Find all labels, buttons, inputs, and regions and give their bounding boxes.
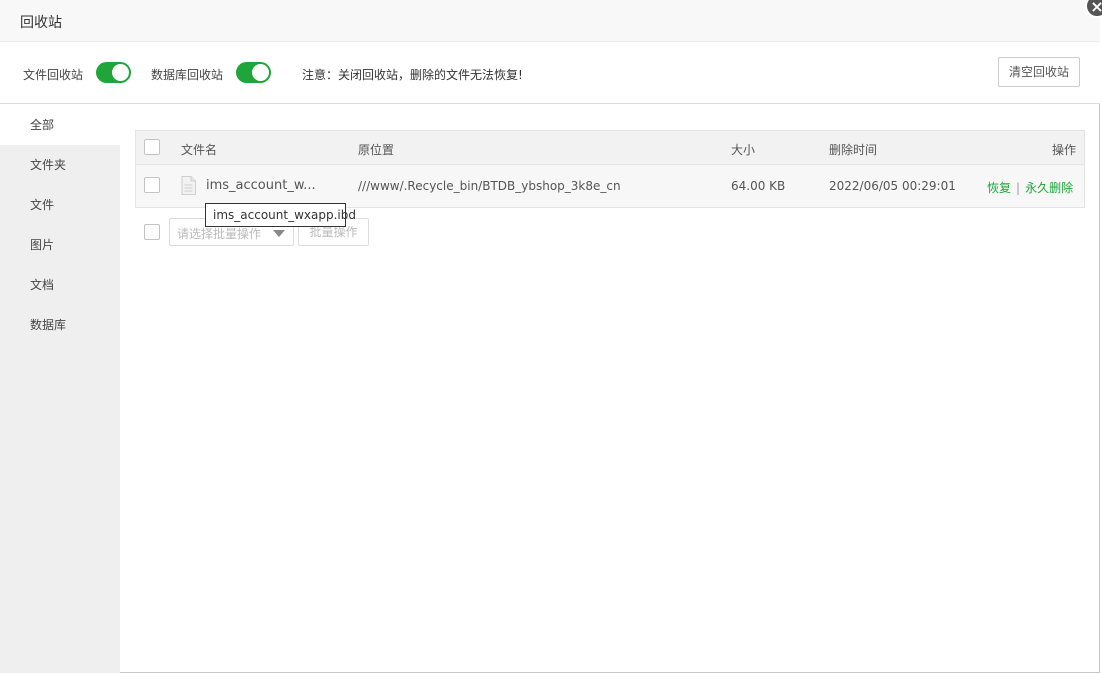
dialog-title: 回收站 <box>20 15 62 31</box>
recycle-bin-dialog: 回收站 文件回收站 数据库回收站 注意：关闭回收站，删除的文件无法恢复! 清空回… <box>0 0 1100 673</box>
select-all-checkbox[interactable] <box>144 139 160 155</box>
recycle-notice: 注意：关闭回收站，删除的文件无法恢复! <box>302 68 523 82</box>
db-recycle-toggle[interactable] <box>236 62 271 83</box>
row-actions: 恢复 | 永久删除 <box>987 179 1073 196</box>
file-size: 64.00 KB <box>731 179 786 193</box>
table-row: ims_account_w... ///www/.Recycle_bin/BTD… <box>136 165 1084 207</box>
column-header-time[interactable]: 删除时间 <box>829 141 877 158</box>
toggle-knob <box>252 64 269 81</box>
filename-tooltip: ims_account_wxapp.ibd <box>205 203 356 227</box>
batch-select-placeholder: 请选择批量操作 <box>177 227 262 241</box>
clear-recycle-button[interactable]: 清空回收站 <box>998 57 1080 87</box>
file-icon <box>181 176 196 195</box>
recycle-settings-bar: 文件回收站 数据库回收站 注意：关闭回收站，删除的文件无法恢复! 清空回收站 <box>0 42 1100 104</box>
file-recycle-toggle[interactable] <box>96 62 131 83</box>
sidebar-item-folders[interactable]: 文件夹 <box>0 145 120 185</box>
sidebar-item-images[interactable]: 图片 <box>0 225 120 265</box>
file-name[interactable]: ims_account_w... <box>206 178 316 193</box>
batch-select-checkbox[interactable] <box>144 224 160 240</box>
sidebar-item-all[interactable]: 全部 <box>0 105 120 145</box>
db-recycle-label: 数据库回收站 <box>151 68 224 82</box>
column-header-size[interactable]: 大小 <box>731 141 755 158</box>
column-header-ops: 操作 <box>1052 143 1077 157</box>
sidebar-item-documents[interactable]: 文档 <box>0 265 120 305</box>
table-header: 文件名 原位置 大小 删除时间 操作 <box>136 131 1084 165</box>
file-delete-time: 2022/06/05 00:29:01 <box>829 179 956 193</box>
category-sidebar: 全部 文件夹 文件 图片 文档 数据库 <box>0 105 120 673</box>
toggle-knob <box>112 64 129 81</box>
caret-down-icon <box>273 230 285 237</box>
column-header-name[interactable]: 文件名 <box>181 141 217 158</box>
dialog-titlebar: 回收站 <box>0 0 1100 42</box>
sidebar-item-databases[interactable]: 数据库 <box>0 305 120 345</box>
file-recycle-label: 文件回收站 <box>23 68 84 82</box>
permanent-delete-link[interactable]: 永久删除 <box>1025 181 1073 195</box>
action-separator: | <box>1016 181 1021 195</box>
restore-link[interactable]: 恢复 <box>987 181 1011 195</box>
recycle-table: 文件名 原位置 大小 删除时间 操作 ims_account_w... ///w… <box>135 130 1085 208</box>
sidebar-item-files[interactable]: 文件 <box>0 185 120 225</box>
file-original-location: ///www/.Recycle_bin/BTDB_ybshop_3k8e_cn <box>358 179 621 193</box>
column-header-location: 原位置 <box>358 143 395 157</box>
row-checkbox[interactable] <box>144 177 160 193</box>
